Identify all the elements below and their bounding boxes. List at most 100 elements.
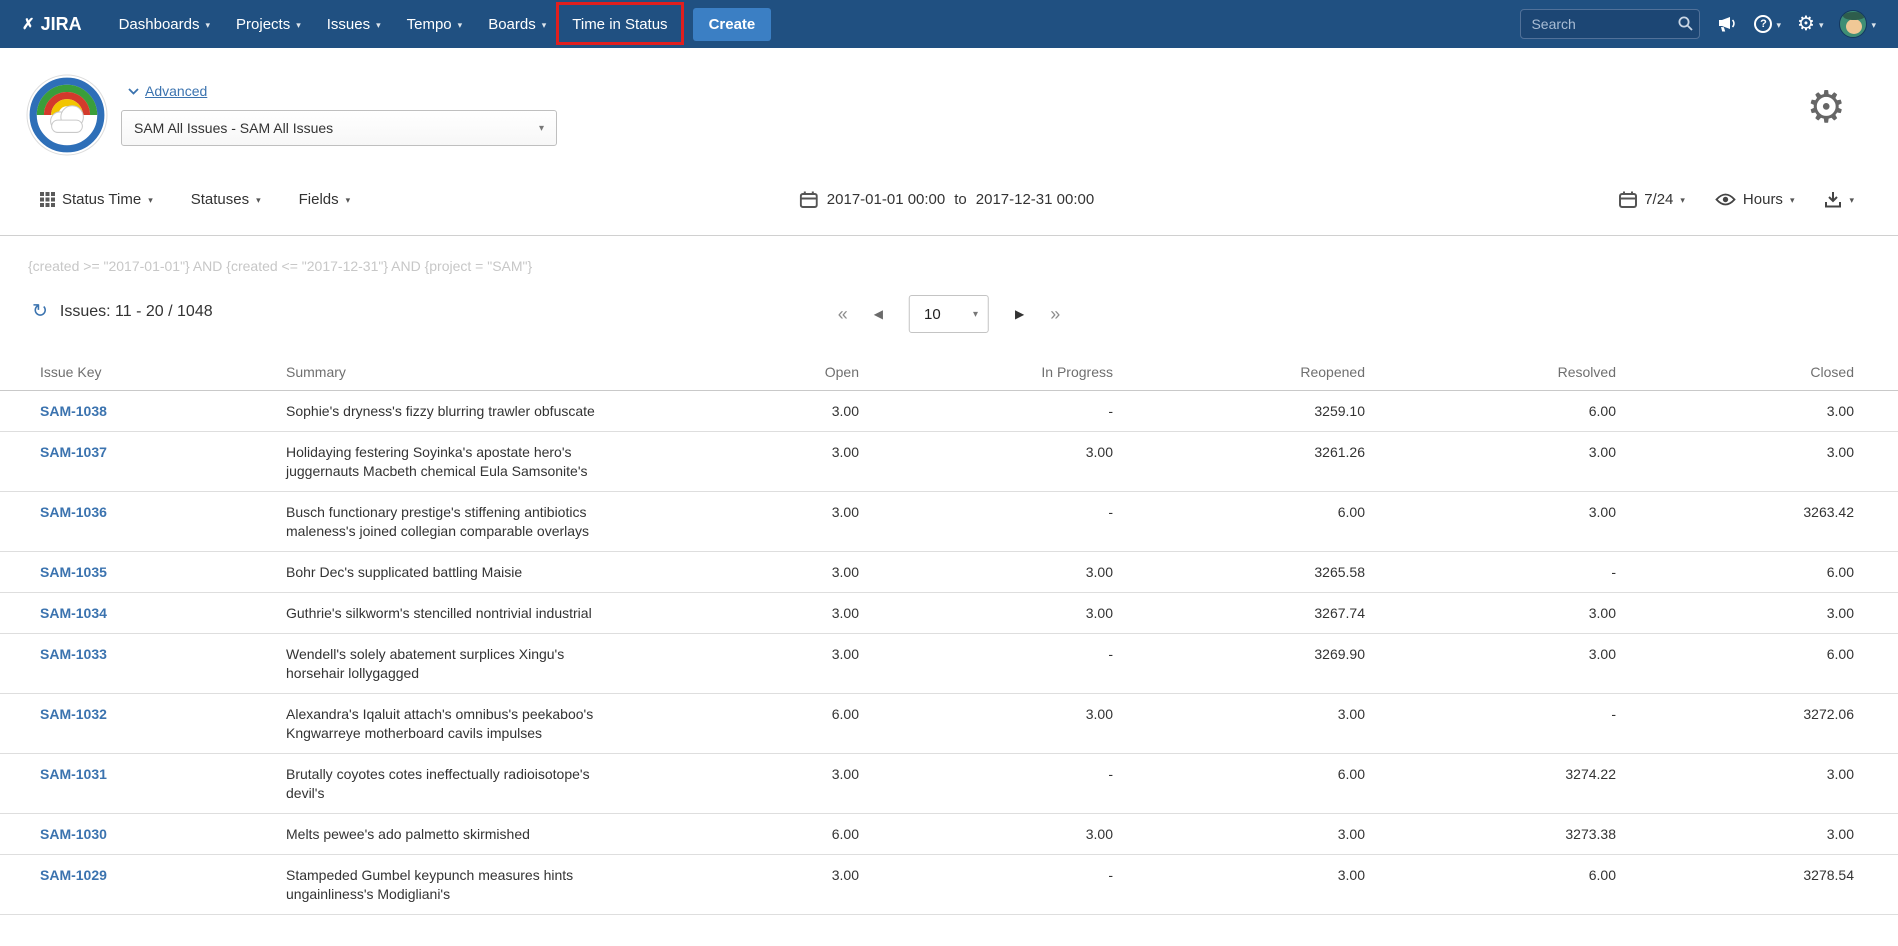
cell-reopened: 3.00 xyxy=(1113,694,1365,754)
issue-summary: Wendell's solely abatement surplices Xin… xyxy=(286,645,621,683)
header-resolved: Resolved xyxy=(1365,340,1616,391)
date-from: 2017-01-01 00:00 xyxy=(827,191,945,208)
chevron-down-icon: ▾ xyxy=(346,195,351,206)
unit-menu[interactable]: Hours ▾ xyxy=(1715,191,1795,208)
cell-open: 6.00 xyxy=(726,694,859,754)
header-summary: Summary xyxy=(286,340,726,391)
cell-closed: 3.00 xyxy=(1616,391,1898,432)
user-menu[interactable]: ▾ xyxy=(1839,10,1876,38)
cell-reopened: 3265.58 xyxy=(1113,552,1365,593)
cell-reopened: 3.00 xyxy=(1113,855,1365,915)
statuses-label: Statuses xyxy=(191,191,249,208)
export-icon xyxy=(1824,191,1842,208)
issue-summary: Alexandra's Iqaluit attach's omnibus's p… xyxy=(286,705,621,743)
issue-key-link[interactable]: SAM-1029 xyxy=(40,867,107,883)
date-range[interactable]: 2017-01-01 00:00 to 2017-12-31 00:00 xyxy=(800,191,1094,208)
statuses-menu[interactable]: Statuses ▾ xyxy=(191,191,261,208)
cell-reopened: 3.00 xyxy=(1113,814,1365,855)
nav-projects[interactable]: Projects ▾ xyxy=(223,0,314,48)
status-time-menu[interactable]: Status Time ▾ xyxy=(40,191,153,208)
export-menu[interactable]: ▾ xyxy=(1824,191,1854,208)
settings-gear-icon[interactable]: ⚙ xyxy=(1807,86,1846,130)
chevron-down-icon: ▾ xyxy=(458,20,463,31)
issue-key-link[interactable]: SAM-1035 xyxy=(40,564,107,580)
issue-summary: Guthrie's silkworm's stencilled nontrivi… xyxy=(286,604,621,623)
jira-logo-text: JIRA xyxy=(41,14,82,35)
results-bar: ↻ Issues: 11 - 20 / 1048 « ◀ 10 ▾ ▶ » xyxy=(0,294,1898,336)
cell-open: 3.00 xyxy=(726,754,859,814)
nav-boards[interactable]: Boards ▾ xyxy=(475,0,559,48)
nav-issues[interactable]: Issues ▾ xyxy=(314,0,394,48)
issue-key-link[interactable]: SAM-1031 xyxy=(40,766,107,782)
cell-reopened: 3267.74 xyxy=(1113,593,1365,634)
report-header: Advanced SAM All Issues - SAM All Issues… xyxy=(0,48,1898,236)
chevron-down-icon: ▾ xyxy=(205,20,210,31)
cell-resolved: - xyxy=(1365,552,1616,593)
filter-select[interactable]: SAM All Issues - SAM All Issues ▾ xyxy=(121,110,557,146)
settings-menu[interactable]: ⚙ ▾ xyxy=(1797,14,1823,34)
last-page-icon[interactable]: » xyxy=(1050,304,1060,325)
issues-count: Issues: 11 - 20 / 1048 xyxy=(60,303,213,321)
issue-key-link[interactable]: SAM-1036 xyxy=(40,504,107,520)
chevron-down-icon: ▾ xyxy=(539,123,544,134)
cell-resolved: 3274.22 xyxy=(1365,754,1616,814)
nav-time-in-status[interactable]: Time in Status xyxy=(559,0,680,48)
first-page-icon[interactable]: « xyxy=(838,304,848,325)
search-input[interactable] xyxy=(1520,9,1700,39)
issue-key-link[interactable]: SAM-1038 xyxy=(40,403,107,419)
header-reopened: Reopened xyxy=(1113,340,1365,391)
help-menu[interactable]: ? ▾ xyxy=(1754,15,1781,33)
gear-icon: ⚙ xyxy=(1797,14,1815,34)
cell-in-progress: 3.00 xyxy=(859,432,1113,492)
filter-select-value: SAM All Issues - SAM All Issues xyxy=(134,120,333,136)
megaphone-icon[interactable] xyxy=(1716,16,1738,33)
user-avatar xyxy=(1839,10,1867,38)
jira-logo[interactable]: ✗ JIRA xyxy=(22,14,82,35)
cell-resolved: 3.00 xyxy=(1365,492,1616,552)
chevron-down-icon: ▾ xyxy=(1871,20,1876,31)
cell-open: 3.00 xyxy=(726,855,859,915)
table-row: SAM-1030 Melts pewee's ado palmetto skir… xyxy=(0,814,1898,855)
cell-resolved: 3.00 xyxy=(1365,634,1616,694)
next-page-icon[interactable]: ▶ xyxy=(1015,307,1024,321)
cell-in-progress: - xyxy=(859,492,1113,552)
page-size-select[interactable]: 10 ▾ xyxy=(909,295,989,333)
chevron-down-icon: ▾ xyxy=(1849,195,1854,206)
cell-open: 3.00 xyxy=(726,391,859,432)
prev-page-icon[interactable]: ◀ xyxy=(874,307,883,321)
cell-closed: 3.00 xyxy=(1616,814,1898,855)
advanced-link[interactable]: Advanced xyxy=(128,83,207,99)
cell-closed: 3278.54 xyxy=(1616,855,1898,915)
issue-key-link[interactable]: SAM-1033 xyxy=(40,646,107,662)
issue-key-link[interactable]: SAM-1037 xyxy=(40,444,107,460)
create-button[interactable]: Create xyxy=(693,8,772,41)
cell-in-progress: 3.00 xyxy=(859,593,1113,634)
calendar-icon xyxy=(800,191,818,208)
search-icon[interactable] xyxy=(1678,16,1693,31)
schedule-menu[interactable]: 7/24 ▾ xyxy=(1619,191,1685,208)
issue-key-link[interactable]: SAM-1032 xyxy=(40,706,107,722)
table-row: SAM-1036 Busch functionary prestige's st… xyxy=(0,492,1898,552)
nav-dashboards[interactable]: Dashboards ▾ xyxy=(106,0,223,48)
issues-table-body: SAM-1038 Sophie's dryness's fizzy blurri… xyxy=(0,391,1898,915)
report-toolbar: Status Time ▾ Statuses ▾ Fields ▾ 2017-0… xyxy=(40,182,1854,216)
cell-open: 3.00 xyxy=(726,432,859,492)
issue-summary: Melts pewee's ado palmetto skirmished xyxy=(286,825,621,844)
fields-menu[interactable]: Fields ▾ xyxy=(299,191,351,208)
cell-closed: 3.00 xyxy=(1616,432,1898,492)
header-issue-key: Issue Key xyxy=(0,340,286,391)
cell-in-progress: - xyxy=(859,634,1113,694)
status-time-label: Status Time xyxy=(62,191,141,208)
cell-resolved: 6.00 xyxy=(1365,391,1616,432)
refresh-icon[interactable]: ↻ xyxy=(32,302,48,321)
issue-key-link[interactable]: SAM-1030 xyxy=(40,826,107,842)
chevron-down-icon xyxy=(128,88,139,95)
issue-summary: Sophie's dryness's fizzy blurring trawle… xyxy=(286,402,621,421)
nav-tempo[interactable]: Tempo ▾ xyxy=(394,0,476,48)
app-logo[interactable] xyxy=(26,74,108,156)
issue-key-link[interactable]: SAM-1034 xyxy=(40,605,107,621)
cell-in-progress: 3.00 xyxy=(859,694,1113,754)
cell-open: 3.00 xyxy=(726,593,859,634)
date-separator: to xyxy=(954,191,967,208)
grid-icon xyxy=(40,192,55,207)
